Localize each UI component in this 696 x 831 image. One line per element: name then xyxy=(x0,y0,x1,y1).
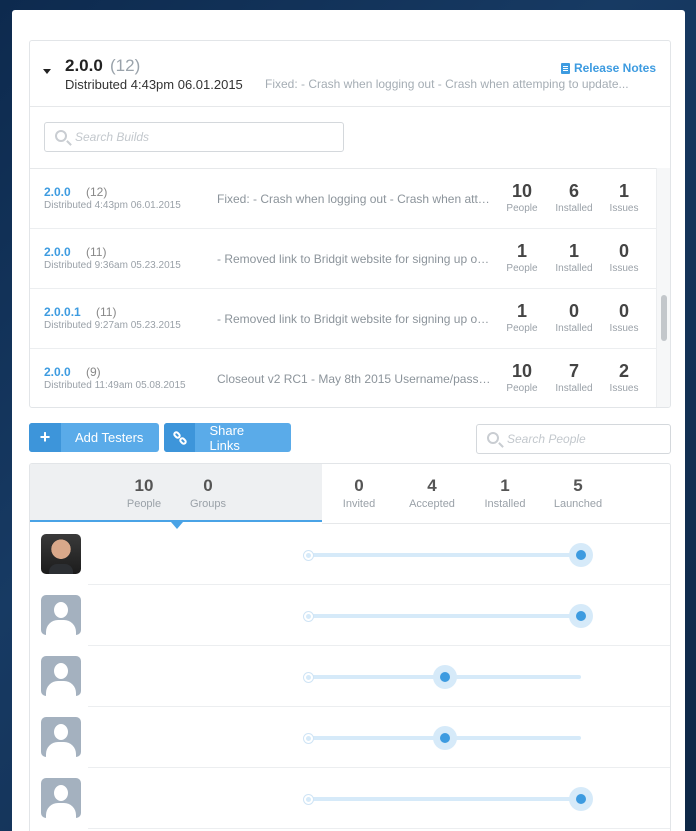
progress-knob xyxy=(433,665,457,689)
progress-knob xyxy=(569,604,593,628)
search-builds-input[interactable] xyxy=(75,130,325,144)
build-installed-stat: 0 Installed xyxy=(555,301,593,334)
people-count-stat[interactable]: 10 People xyxy=(114,476,174,510)
document-icon xyxy=(560,62,570,74)
build-row[interactable]: 2.0.0 (12) Distributed 4:43pm 06.01.2015… xyxy=(30,169,656,229)
build-notes: Fixed: - Crash when logging out - Crash … xyxy=(217,192,495,206)
progress-start-dot xyxy=(304,734,313,743)
release-notes-preview: Fixed: - Crash when logging out - Crash … xyxy=(265,77,629,91)
build-people-stat: 1 People xyxy=(506,241,538,274)
build-count: (12) xyxy=(86,185,108,199)
build-distributed: Distributed 11:49am 05.08.2015 xyxy=(44,380,186,391)
build-installed-stat: 1 Installed xyxy=(555,241,593,274)
search-icon xyxy=(487,432,499,444)
progress-knob xyxy=(433,726,457,750)
release-card: 2.0.0 (12) Distributed 4:43pm 06.01.2015… xyxy=(29,40,671,408)
build-issues-stat: 1 Issues xyxy=(609,181,639,214)
build-installed-stat: 7 Installed xyxy=(555,361,593,394)
build-version[interactable]: 2.0.0 xyxy=(44,365,71,379)
progress-start-dot xyxy=(304,612,313,621)
groups-count-stat[interactable]: 0 Groups xyxy=(178,476,238,510)
search-people-input[interactable] xyxy=(507,432,696,446)
build-installed-stat: 6 Installed xyxy=(555,181,593,214)
add-testers-label: Add Testers xyxy=(75,430,144,445)
avatar-cell xyxy=(30,768,88,829)
progress-start-dot xyxy=(304,551,313,560)
avatar-cell xyxy=(30,646,88,707)
testers-panel: 10 People 0 Groups 0 Invited 4 Accepted 1 Ins… xyxy=(29,463,671,831)
avatar-cell xyxy=(30,524,88,585)
release-distributed: Distributed 4:43pm 06.01.2015 xyxy=(65,77,243,92)
tester-row[interactable] xyxy=(30,585,670,646)
build-distributed: Distributed 4:43pm 06.01.2015 xyxy=(44,200,181,211)
launched-stat: 5 Launched xyxy=(553,476,603,510)
builds-scrollbar[interactable] xyxy=(656,168,670,407)
main-panel: 2.0.0 (12) Distributed 4:43pm 06.01.2015… xyxy=(12,10,696,831)
search-icon xyxy=(55,130,67,142)
build-version[interactable]: 2.0.0 xyxy=(44,245,71,259)
tester-row[interactable] xyxy=(30,646,670,707)
build-notes: - Removed link to Bridgit website for si… xyxy=(217,312,495,326)
invited-stat: 0 Invited xyxy=(342,476,376,510)
build-count: (11) xyxy=(96,305,117,319)
default-avatar-icon xyxy=(41,717,81,757)
build-distributed: Distributed 9:27am 05.23.2015 xyxy=(44,320,181,331)
build-people-stat: 10 People xyxy=(506,361,538,394)
default-avatar-icon xyxy=(41,778,81,818)
tester-row[interactable] xyxy=(30,707,670,768)
build-count: (11) xyxy=(86,245,107,259)
progress-knob xyxy=(569,543,593,567)
accepted-stat: 4 Accepted xyxy=(409,476,455,510)
release-header[interactable]: 2.0.0 (12) Distributed 4:43pm 06.01.2015… xyxy=(30,41,670,107)
build-row[interactable]: 2.0.0 (9) Distributed 11:49am 05.08.2015… xyxy=(30,349,656,407)
avatar-cell xyxy=(30,585,88,646)
build-version[interactable]: 2.0.0.1 xyxy=(44,305,81,319)
build-people-stat: 1 People xyxy=(506,301,538,334)
tester-status-header: 0 Invited 4 Accepted 1 Installed 5 Launched xyxy=(322,464,670,524)
share-links-button[interactable]: Share Links xyxy=(164,423,291,452)
progress-track xyxy=(309,614,581,618)
build-count: (9) xyxy=(86,365,101,379)
search-builds-field[interactable] xyxy=(44,122,344,152)
progress-start-dot xyxy=(304,673,313,682)
progress-track xyxy=(309,797,581,801)
release-build-count: (12) xyxy=(110,56,141,75)
progress-start-dot xyxy=(304,795,313,804)
build-notes: Closeout v2 RC1 - May 8th 2015 Username/… xyxy=(217,372,495,386)
build-version[interactable]: 2.0.0 xyxy=(44,185,71,199)
scrollbar-thumb[interactable] xyxy=(661,295,667,341)
installed-stat: 1 Installed xyxy=(484,476,526,510)
release-version: 2.0.0 xyxy=(65,56,103,75)
build-row[interactable]: 2.0.0 (11) Distributed 9:36am 05.23.2015… xyxy=(30,229,656,289)
link-icon xyxy=(164,423,196,452)
release-notes-link[interactable]: Release Notes xyxy=(560,61,656,75)
testers-tab-header[interactable]: 10 People 0 Groups xyxy=(30,464,322,522)
build-people-stat: 10 People xyxy=(506,181,538,214)
build-row[interactable]: 2.0.0.1 (11) Distributed 9:27am 05.23.20… xyxy=(30,289,656,349)
build-issues-stat: 0 Issues xyxy=(609,301,639,334)
tester-row[interactable] xyxy=(30,524,670,585)
default-avatar-icon xyxy=(41,595,81,635)
build-issues-stat: 2 Issues xyxy=(609,361,639,394)
progress-knob xyxy=(569,787,593,811)
collapse-caret-icon[interactable] xyxy=(43,69,51,74)
build-issues-stat: 0 Issues xyxy=(609,241,639,274)
plus-icon: + xyxy=(29,423,61,452)
tester-row[interactable] xyxy=(30,768,670,829)
progress-track xyxy=(309,553,581,557)
release-notes-label: Release Notes xyxy=(573,61,656,75)
default-avatar-icon xyxy=(41,656,81,696)
avatar xyxy=(41,534,81,574)
build-distributed: Distributed 9:36am 05.23.2015 xyxy=(44,260,181,271)
share-links-label: Share Links xyxy=(209,423,245,452)
avatar-cell xyxy=(30,707,88,768)
add-testers-button[interactable]: + Add Testers xyxy=(29,423,159,452)
builds-list: 2.0.0 (12) Distributed 4:43pm 06.01.2015… xyxy=(30,168,656,407)
search-people-field[interactable] xyxy=(476,424,696,454)
build-notes: - Removed link to Bridgit website for si… xyxy=(217,252,495,266)
